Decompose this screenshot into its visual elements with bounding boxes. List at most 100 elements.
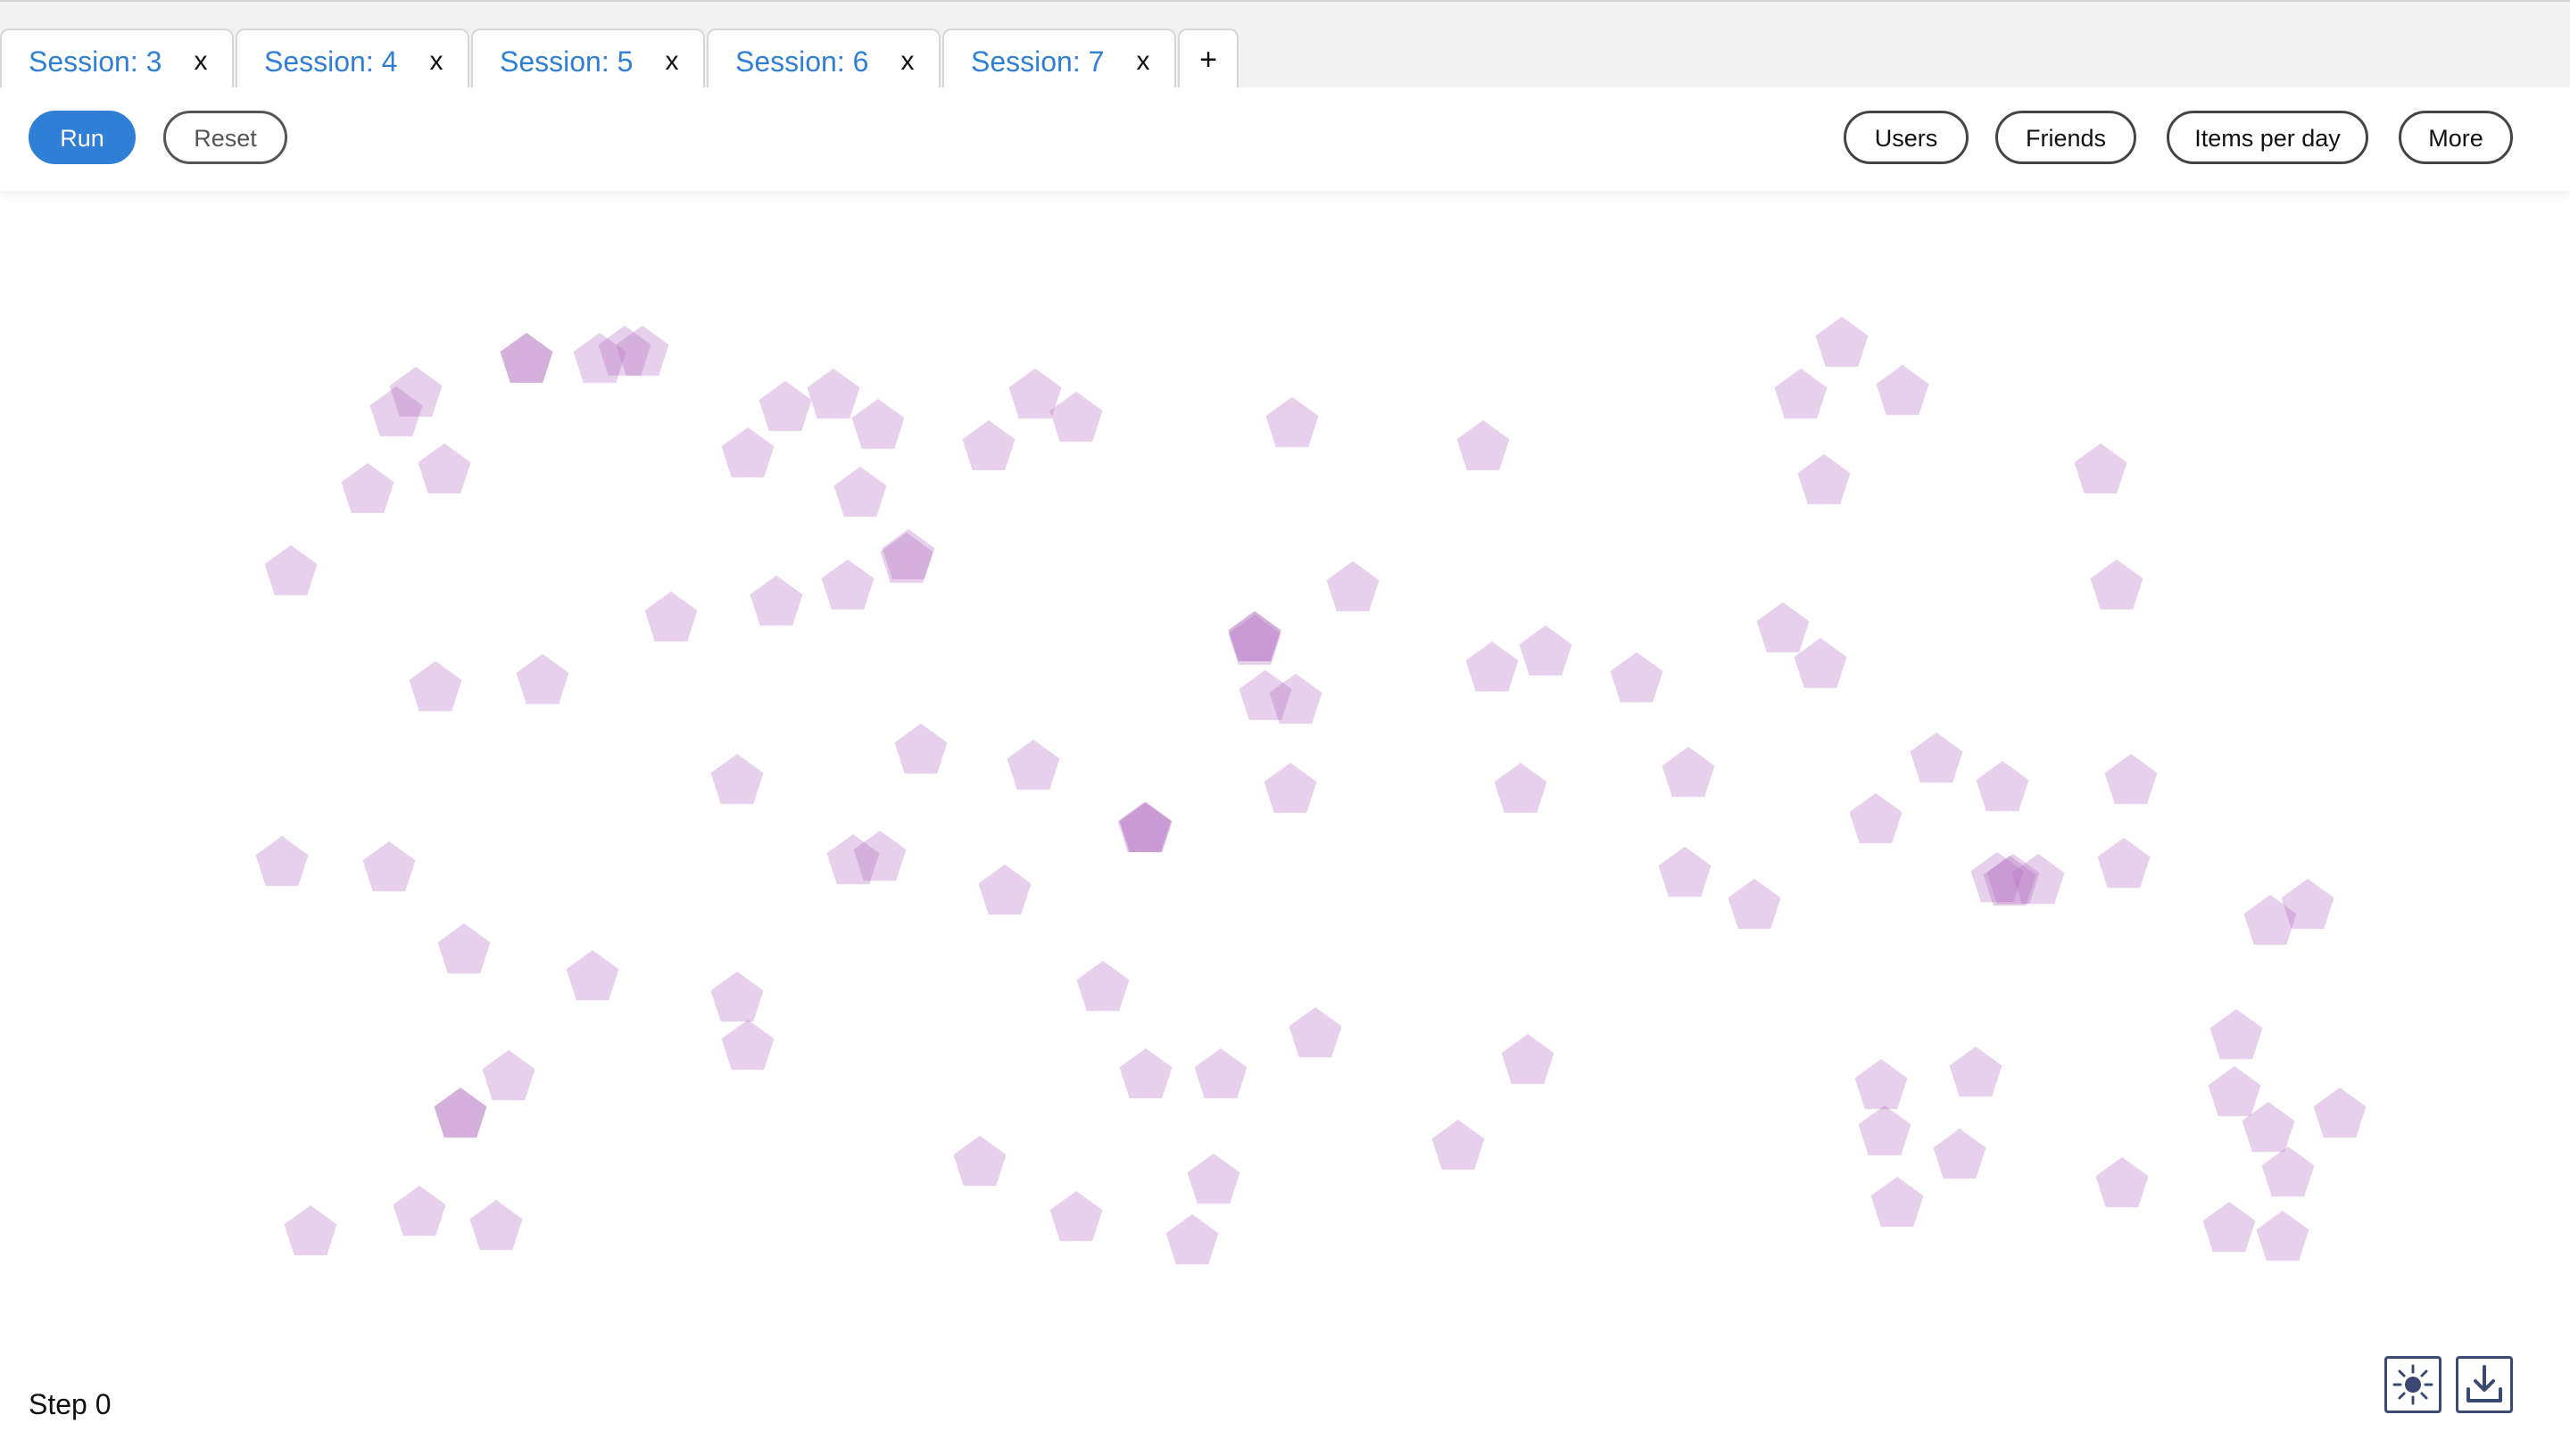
agent-node	[1662, 747, 1715, 798]
agent-node	[894, 724, 948, 774]
agent-node	[1910, 732, 1963, 783]
agent-node	[1870, 1177, 1924, 1228]
tab-bar: Session: 3 x Session: 4 x Session: 5 x S…	[0, 0, 2570, 89]
agent-node	[1858, 1105, 1911, 1156]
agent-node	[851, 399, 905, 450]
simulation-canvas[interactable]	[0, 191, 2570, 1360]
agent-node	[1854, 1059, 1908, 1110]
agent-node	[710, 754, 764, 805]
agent-node	[2209, 1009, 2263, 1060]
agent-node	[1049, 1191, 1103, 1242]
agent-node	[1117, 802, 1171, 853]
agent-node	[1264, 763, 1317, 814]
agent-node	[437, 923, 491, 974]
agent-node	[1494, 763, 1547, 814]
agent-node	[953, 1136, 1007, 1187]
agent-node	[833, 467, 887, 517]
agent-node	[1228, 611, 1281, 662]
agent-node	[1119, 1048, 1173, 1099]
agent-node	[1265, 397, 1319, 448]
agent-node	[1933, 1129, 1986, 1179]
tab-close-button[interactable]: x	[659, 46, 685, 77]
more-button[interactable]: More	[2399, 111, 2513, 164]
agent-node	[362, 841, 416, 892]
items-per-day-button[interactable]: Items per day	[2167, 111, 2368, 164]
agent-node	[469, 1200, 523, 1251]
agent-node	[1431, 1120, 1485, 1171]
sun-icon	[2392, 1364, 2433, 1405]
agent-node	[1815, 317, 1869, 368]
agent-node	[710, 972, 764, 1022]
tab-close-button[interactable]: x	[423, 46, 450, 77]
agent-node	[1194, 1048, 1248, 1099]
tab-session-5[interactable]: Session: 5 x	[471, 29, 705, 89]
friends-button[interactable]: Friends	[1995, 111, 2136, 164]
agent-node	[1794, 638, 1847, 689]
tab-session-3[interactable]: Session: 3 x	[0, 29, 234, 89]
agent-node	[341, 463, 394, 514]
agent-node	[1774, 368, 1828, 419]
agent-node	[750, 575, 803, 626]
tab-label: Session: 6	[735, 46, 869, 78]
agent-node	[2208, 1066, 2261, 1117]
agent-node	[1876, 365, 1929, 416]
agent-node	[1797, 454, 1851, 505]
agent-node	[2104, 754, 2158, 805]
agent-node	[264, 545, 318, 596]
agent-node	[1501, 1034, 1554, 1085]
agent-node	[2313, 1088, 2367, 1138]
agent-node	[418, 443, 471, 494]
reset-button[interactable]: Reset	[163, 111, 287, 164]
agent-node	[2097, 838, 2151, 889]
tab-close-button[interactable]: x	[187, 46, 214, 77]
agent-node	[721, 427, 775, 478]
users-button[interactable]: Users	[1844, 111, 1969, 164]
agent-node	[1289, 1007, 1342, 1058]
tab-session-6[interactable]: Session: 6 x	[707, 29, 941, 89]
agent-node	[2281, 879, 2334, 930]
agent-node	[1049, 392, 1103, 443]
agent-node	[1976, 761, 2029, 812]
add-tab-button[interactable]: +	[1178, 29, 1239, 89]
agent-node	[1849, 793, 1903, 844]
agent-node	[1728, 879, 1781, 930]
agent-node	[1187, 1154, 1240, 1204]
tab-session-4[interactable]: Session: 4 x	[236, 29, 469, 89]
agent-node	[721, 1020, 775, 1071]
agent-node	[1756, 602, 1810, 653]
download-icon	[2466, 1365, 2502, 1402]
agent-node	[1519, 625, 1572, 676]
agent-node	[2202, 1202, 2256, 1253]
agent-node	[409, 661, 462, 712]
agent-node	[978, 864, 1032, 915]
agent-node	[853, 831, 907, 881]
agent-node	[2256, 1211, 2309, 1262]
download-button[interactable]	[2456, 1356, 2513, 1413]
agent-node	[962, 420, 1016, 471]
toolbar: Run Reset Users Friends Items per day Mo…	[0, 87, 2570, 191]
agent-node	[1165, 1214, 1219, 1265]
theme-toggle-button[interactable]	[2384, 1356, 2442, 1413]
agent-node	[1658, 847, 1712, 898]
agent-node	[516, 654, 569, 705]
agent-node	[393, 1186, 446, 1237]
tab-session-7[interactable]: Session: 7 x	[942, 29, 1176, 89]
agent-node	[2074, 443, 2127, 494]
agent-node	[2095, 1157, 2149, 1208]
agent-node	[2090, 559, 2143, 610]
agent-node	[1465, 641, 1519, 692]
agent-node	[1007, 740, 1060, 790]
tab-label: Session: 5	[500, 46, 634, 78]
agent-node	[482, 1050, 535, 1101]
agent-node	[434, 1088, 487, 1138]
tab-close-button[interactable]: x	[894, 46, 921, 77]
step-counter: Step 0	[29, 1388, 112, 1420]
agent-node	[2261, 1146, 2315, 1197]
agent-node	[255, 836, 309, 887]
agent-node	[644, 592, 698, 642]
app-root: Session: 3 x Session: 4 x Session: 5 x S…	[0, 0, 2570, 1456]
run-button[interactable]: Run	[29, 111, 136, 164]
agent-node	[1076, 961, 1130, 1012]
agent-node	[759, 381, 812, 432]
tab-close-button[interactable]: x	[1130, 46, 1156, 77]
